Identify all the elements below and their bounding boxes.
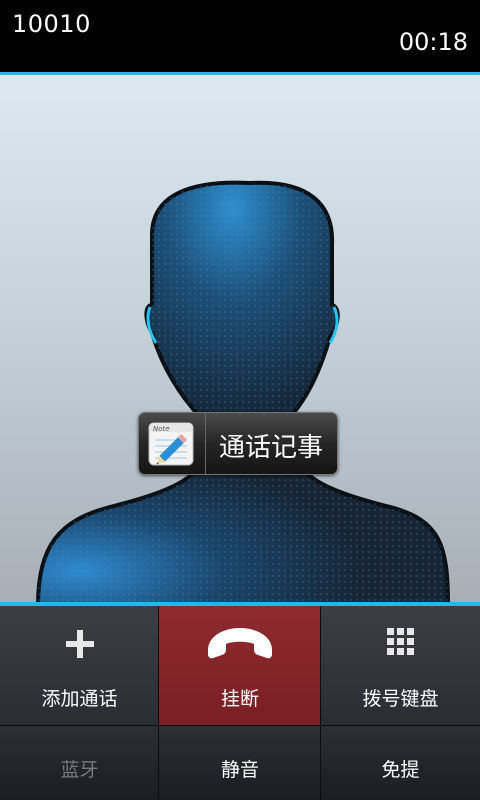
- note-pencil-icon: Note: [139, 413, 206, 474]
- speaker-button[interactable]: 免提: [321, 726, 480, 800]
- svg-text:Note: Note: [153, 425, 170, 433]
- column-divider: [320, 606, 321, 800]
- call-header: 10010 00:18: [0, 0, 480, 72]
- column-divider: [158, 606, 159, 800]
- plus-icon: [64, 628, 96, 664]
- call-note-label: 通话记事: [219, 433, 324, 463]
- mute-label: 静音: [220, 759, 259, 781]
- call-note-button[interactable]: Note 通话记事: [138, 412, 338, 475]
- contact-silhouette-icon: [35, 180, 451, 605]
- bluetooth-label: 蓝牙: [60, 759, 99, 781]
- add-call-label: 添加通话: [41, 688, 118, 710]
- dialpad-button[interactable]: 拨号键盘: [321, 606, 480, 726]
- bluetooth-button[interactable]: 蓝牙: [0, 726, 159, 800]
- in-call-screen: 10010 00:18 Note 通话记事 添加通话 挂断 拨号键盘 蓝牙 静音…: [0, 0, 480, 800]
- row-divider: [0, 725, 480, 726]
- dialpad-icon: [386, 628, 415, 660]
- caller-number: 10010: [12, 10, 91, 38]
- add-call-button[interactable]: 添加通话: [0, 606, 159, 726]
- mute-button[interactable]: 静音: [159, 726, 321, 800]
- dialpad-label: 拨号键盘: [362, 688, 439, 710]
- call-duration: 00:18: [398, 28, 468, 56]
- hang-up-label: 挂断: [220, 688, 259, 710]
- speaker-label: 免提: [381, 759, 420, 781]
- call-controls: 添加通话 挂断 拨号键盘 蓝牙 静音 免提: [0, 606, 480, 800]
- hang-up-button[interactable]: 挂断: [159, 606, 321, 726]
- contact-photo: Note 通话记事: [0, 75, 480, 605]
- phone-hangup-icon: [202, 624, 278, 668]
